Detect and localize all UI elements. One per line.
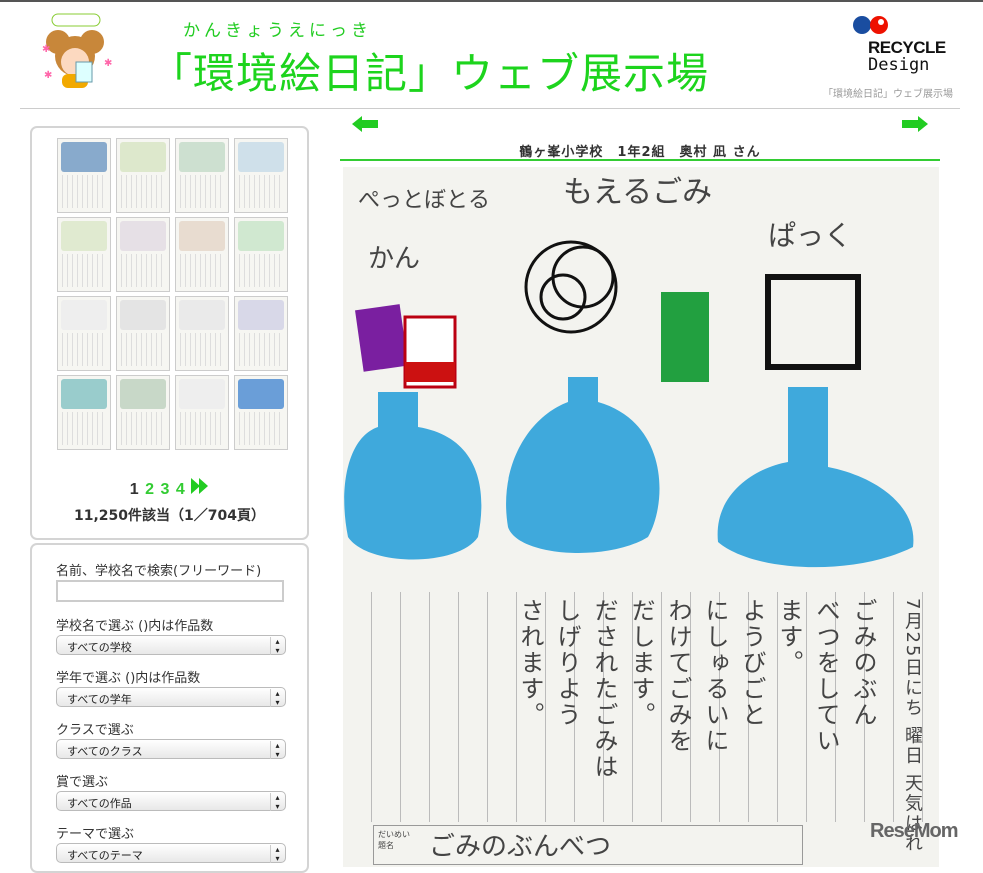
page-title: 「環境絵日記」ウェブ展示場: [150, 49, 710, 98]
diary-line: ごみのぶん: [849, 598, 877, 728]
thumbnail[interactable]: [57, 138, 111, 213]
page-1[interactable]: 1: [130, 481, 139, 498]
diary-line: されます。: [516, 598, 544, 728]
thumbnail[interactable]: [116, 375, 170, 450]
next-pages-icon[interactable]: [191, 478, 209, 498]
filter-panel: 名前、学校名で検索(フリーワード) 学校名で選ぶ ()内は作品数 すべての学校 …: [30, 543, 309, 873]
grade-label: 学年で選ぶ ()内は作品数: [56, 671, 201, 686]
thumbnail[interactable]: [57, 296, 111, 371]
title-underline: [340, 159, 940, 161]
recycle-design-logo[interactable]: RECYCLE Design: [848, 14, 953, 76]
thumbnail[interactable]: [175, 138, 229, 213]
thumbnail[interactable]: [57, 375, 111, 450]
theme-select[interactable]: すべてのテーマ: [56, 843, 286, 863]
school-label: 学校名で選ぶ ()内は作品数: [56, 619, 214, 634]
drawing-label: もえるごみ: [563, 175, 712, 210]
title-ruby: かんきょうえにっき: [183, 21, 372, 41]
crayon-drawing: ぺっとぼとる かん もえるごみ ぱっく: [344, 175, 914, 568]
award-select[interactable]: すべての作品: [56, 791, 286, 811]
thumbnail-grid: [57, 138, 288, 450]
site-mascot-logo[interactable]: ✱ ✱ ✱: [30, 12, 122, 98]
thumbnail[interactable]: [175, 217, 229, 292]
thumbnail[interactable]: [175, 296, 229, 371]
diary-line: しげりよう: [553, 598, 581, 728]
diary-line: だされたごみは: [590, 598, 618, 780]
ink-dots-icon: [853, 16, 888, 34]
class-select[interactable]: すべてのクラス: [56, 739, 286, 759]
diary-line: だします。: [627, 598, 655, 728]
diary-columns: 7月25日にち 曜日 天気はれ ごみのぶん べつをしてい ます。 ようびごと に…: [343, 592, 939, 865]
diary-date: 7月25日にち 曜日 天気はれ: [902, 598, 923, 854]
thumbnail[interactable]: [116, 296, 170, 371]
diary-line: ようびごと: [738, 598, 766, 728]
work-title: 鶴ヶ峯小学校 1年2組 奥村 凪 さん: [519, 145, 761, 160]
drawing-label: ぺっとぼとる: [358, 188, 490, 213]
svg-text:✱: ✱: [42, 44, 50, 55]
prev-arrow-icon[interactable]: [352, 116, 378, 136]
diary-heading: ごみのぶんべつ: [429, 832, 612, 862]
search-input[interactable]: [56, 580, 284, 602]
diary-line: べつをしてい: [812, 598, 840, 754]
next-arrow-icon[interactable]: [902, 116, 928, 136]
drawing-label: ぱっく: [768, 219, 852, 252]
page-2[interactable]: 2: [145, 481, 154, 498]
header-subtitle: 「環境絵日記」ウェブ展示場: [823, 89, 953, 100]
thumbnail[interactable]: [234, 296, 288, 371]
diary-line: ます。: [775, 598, 803, 676]
diary-line: にしゅるいに: [701, 598, 729, 754]
heading-label: だいめい 題名: [378, 830, 410, 850]
thumbnail[interactable]: [116, 217, 170, 292]
pagination: 1 2 3 4: [32, 478, 307, 499]
search-label: 名前、学校名で検索(フリーワード): [56, 564, 262, 579]
thumbnail[interactable]: [234, 375, 288, 450]
page-3[interactable]: 3: [161, 481, 170, 498]
grade-select[interactable]: すべての学年: [56, 687, 286, 707]
thumbnail[interactable]: [116, 138, 170, 213]
header-divider: [20, 108, 960, 109]
design-word: Design: [868, 55, 930, 75]
thumbnail[interactable]: [234, 138, 288, 213]
page-4[interactable]: 4: [176, 481, 185, 498]
award-label: 賞で選ぶ: [56, 775, 109, 790]
school-select[interactable]: すべての学校: [56, 635, 286, 655]
thumbnail[interactable]: [234, 217, 288, 292]
drawing-label: かん: [368, 244, 420, 274]
resemom-watermark: ReseMom: [870, 820, 958, 842]
gallery-panel: 1 2 3 4 11,250件該当（1／704頁）: [30, 126, 309, 540]
thumbnail[interactable]: [175, 375, 229, 450]
class-label: クラスで選ぶ: [56, 723, 134, 738]
svg-text:✱: ✱: [104, 58, 112, 69]
svg-text:✱: ✱: [44, 70, 52, 81]
result-count: 11,250件該当（1／704頁）: [74, 508, 265, 524]
theme-label: テーマで選ぶ: [56, 827, 135, 842]
thumbnail[interactable]: [57, 217, 111, 292]
diary-line: わけてごみを: [664, 598, 692, 754]
